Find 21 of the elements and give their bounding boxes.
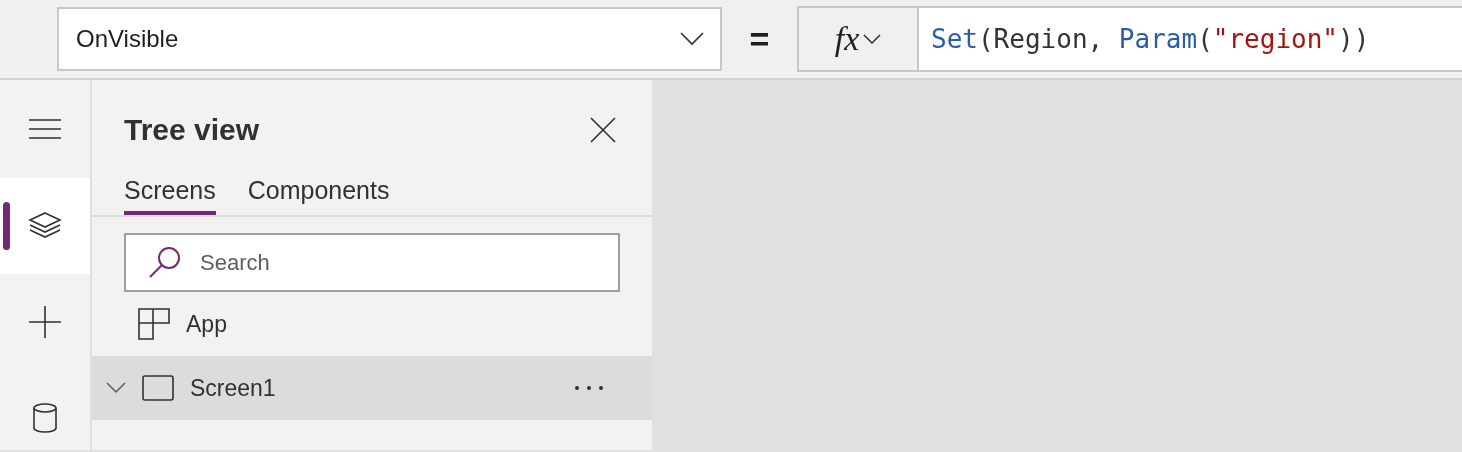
formula-field[interactable]: Set(Region, Param("region")) <box>917 6 1462 72</box>
database-icon[interactable] <box>32 403 58 433</box>
layers-icon[interactable] <box>28 211 62 241</box>
chevron-down-icon[interactable] <box>106 382 126 394</box>
property-dropdown[interactable]: OnVisible <box>57 7 722 71</box>
search-field[interactable]: Search <box>124 233 620 292</box>
formula-button[interactable]: fx <box>797 6 917 72</box>
chevron-down-icon <box>680 32 704 46</box>
tab[interactable]: Screens <box>124 172 216 215</box>
equals-sign: = <box>748 19 771 59</box>
close-icon[interactable] <box>590 117 616 143</box>
menu-icon[interactable] <box>28 119 62 139</box>
app-icon <box>138 308 170 340</box>
chevron-down-icon <box>863 34 882 44</box>
tree-item[interactable]: App <box>92 292 652 356</box>
add-icon[interactable] <box>28 305 62 339</box>
more-icon[interactable] <box>574 385 604 391</box>
tab[interactable]: Components <box>247 172 390 215</box>
tree-item[interactable]: Screen1 <box>92 356 652 420</box>
screen-icon <box>142 375 174 401</box>
panel-title: Tree view <box>124 113 260 147</box>
